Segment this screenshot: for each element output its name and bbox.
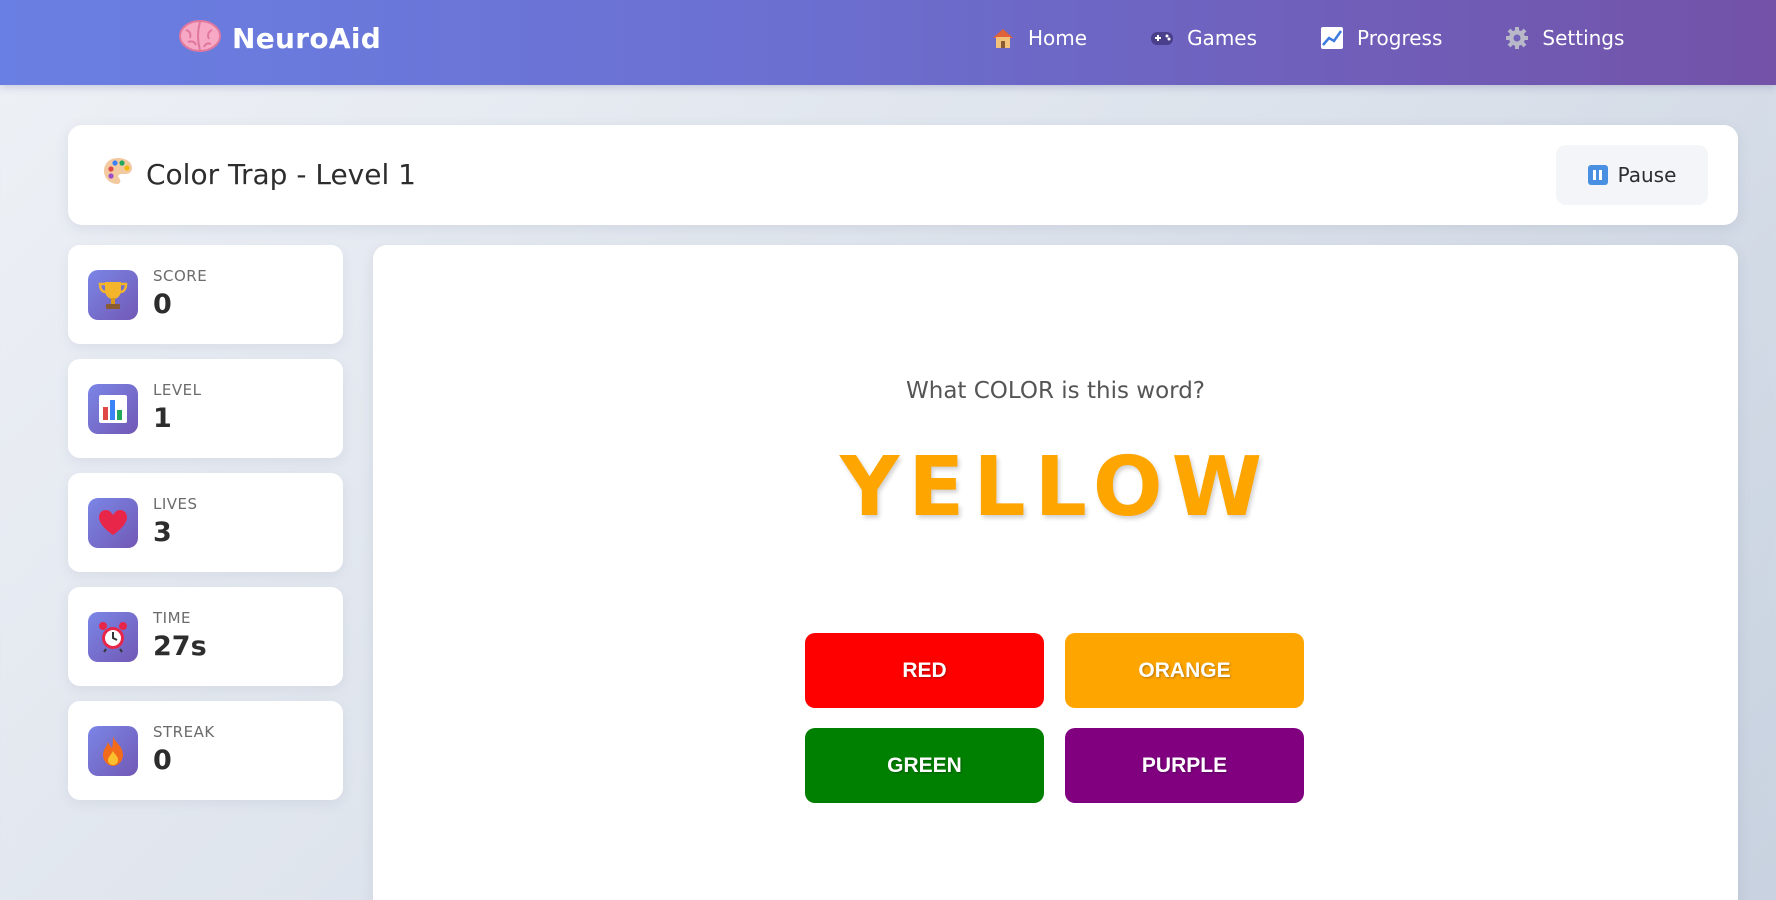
game-area: What COLOR is this word? YELLOW RED ORAN…	[373, 245, 1738, 900]
palette-icon	[102, 156, 134, 193]
nav-progress[interactable]: Progress	[1319, 25, 1442, 51]
brand[interactable]: NeuroAid	[178, 18, 381, 58]
pause-icon	[1587, 165, 1608, 185]
stroop-word: YELLOW	[839, 440, 1272, 535]
stat-score: SCORE 0	[68, 245, 343, 344]
stat-time-value: 27s	[153, 631, 207, 662]
question-prompt: What COLOR is this word?	[906, 378, 1205, 404]
answer-purple-button[interactable]: PURPLE	[1065, 728, 1304, 803]
gear-icon	[1504, 25, 1530, 51]
brand-name: NeuroAid	[232, 21, 382, 55]
answer-green-button[interactable]: GREEN	[805, 728, 1044, 803]
answer-red-button[interactable]: RED	[805, 633, 1044, 708]
house-icon	[990, 25, 1016, 51]
stat-level: LEVEL 1	[68, 359, 343, 458]
answer-orange-button[interactable]: ORANGE	[1065, 633, 1304, 708]
game-title-text: Color Trap - Level 1	[146, 158, 416, 191]
stat-level-value: 1	[153, 403, 172, 434]
page-title: Color Trap - Level 1	[102, 156, 416, 193]
stat-lives-label: LIVES	[153, 495, 198, 513]
stat-streak: STREAK 0	[68, 701, 343, 800]
nav-progress-label: Progress	[1357, 25, 1443, 50]
alarm-clock-icon	[88, 612, 138, 662]
stat-streak-label: STREAK	[153, 723, 215, 741]
pause-button[interactable]: Pause	[1556, 145, 1708, 205]
nav-games-label: Games	[1187, 25, 1258, 50]
top-navbar: NeuroAid Home Games Progress Settings	[0, 0, 1776, 85]
stat-score-label: SCORE	[153, 267, 208, 285]
answer-options: RED ORANGE GREEN PURPLE	[805, 633, 1305, 803]
nav-games[interactable]: Games	[1149, 25, 1257, 51]
trophy-icon	[88, 270, 138, 320]
brain-icon	[178, 18, 222, 59]
gamepad-icon	[1149, 25, 1175, 51]
stat-lives-value: 3	[153, 517, 172, 548]
bar-chart-icon	[88, 384, 138, 434]
stat-time: TIME 27s	[68, 587, 343, 686]
stat-lives: LIVES 3	[68, 473, 343, 572]
nav-home-label: Home	[1028, 25, 1088, 50]
nav-settings[interactable]: Settings	[1504, 25, 1624, 51]
nav-links: Home Games Progress Settings	[990, 0, 1624, 75]
stat-streak-value: 0	[153, 745, 172, 776]
stats-sidebar: SCORE 0 LEVEL 1 LIVES 3 TIME 27s STREAK …	[68, 245, 343, 815]
stat-level-label: LEVEL	[153, 381, 202, 399]
heart-icon	[88, 498, 138, 548]
chart-icon	[1319, 25, 1345, 51]
nav-home[interactable]: Home	[990, 25, 1087, 51]
stat-score-value: 0	[153, 289, 172, 320]
nav-settings-label: Settings	[1542, 25, 1625, 50]
game-header: Color Trap - Level 1 Pause	[68, 125, 1738, 225]
fire-icon	[88, 726, 138, 776]
stat-time-label: TIME	[153, 609, 192, 627]
pause-label: Pause	[1617, 163, 1677, 187]
